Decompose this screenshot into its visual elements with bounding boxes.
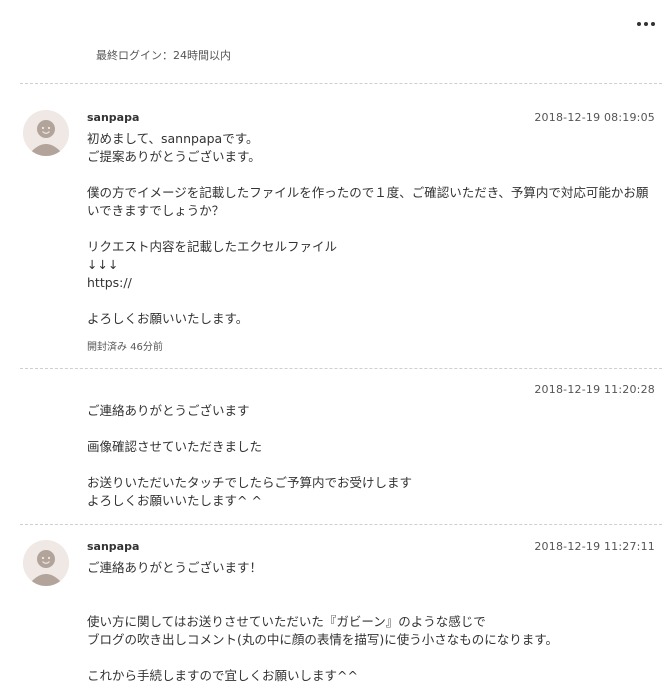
read-status: 開封済み 46分前 (87, 342, 163, 353)
message-timestamp: 2018-12-19 08:19:05 (534, 111, 655, 124)
message-body: 初めまして、sannpapaです。 ご提案ありがとうございます。 僕の方でイメー… (87, 131, 649, 326)
sender-name[interactable]: sanpapa (87, 540, 139, 553)
more-options-button[interactable] (633, 12, 659, 36)
sender-name[interactable]: sanpapa (87, 111, 139, 124)
divider (20, 524, 662, 525)
message-timestamp: 2018-12-19 11:20:28 (534, 383, 655, 396)
divider (20, 368, 662, 369)
user-avatar-icon[interactable] (23, 540, 69, 586)
divider (20, 83, 662, 84)
message-body: ご連絡ありがとうございます 画像確認させていただきました お送りいただいたタッチ… (87, 403, 413, 508)
user-avatar-icon[interactable] (23, 110, 69, 156)
more-horizontal-icon (637, 22, 641, 26)
message-timestamp: 2018-12-19 11:27:11 (534, 540, 655, 553)
last-login-status: 最終ログイン：24時間以内 (96, 49, 231, 62)
message-body: ご連絡ありがとうございます！ 使い方に関してはお送りさせていただいた『ガビーン』… (87, 560, 559, 683)
